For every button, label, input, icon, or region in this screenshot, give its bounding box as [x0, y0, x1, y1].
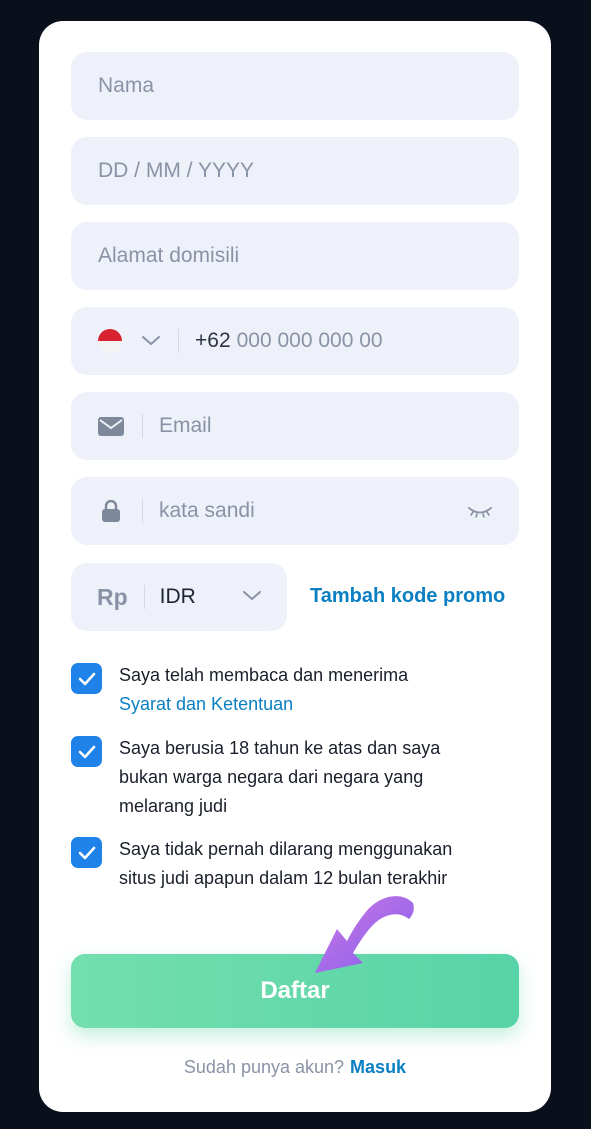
login-link[interactable]: Masuk — [350, 1057, 406, 1077]
password-placeholder: kata sandi — [159, 499, 255, 522]
terms-link[interactable]: Syarat dan Ketentuan — [119, 690, 469, 719]
password-input[interactable]: kata sandi — [71, 477, 519, 545]
login-question: Sudah punya akun? — [183, 1057, 345, 1077]
pointer-arrow-icon — [301, 885, 421, 986]
address-placeholder: Alamat domisili — [98, 244, 240, 267]
email-placeholder: Email — [159, 414, 212, 437]
phone-field[interactable]: +62 000 000 000 00 — [71, 307, 519, 375]
divider — [143, 585, 145, 609]
eye-closed-icon[interactable] — [467, 501, 493, 525]
add-promo-code-link[interactable]: Tambah kode promo — [310, 585, 505, 608]
phone-placeholder: 000 000 000 00 — [236, 329, 383, 352]
phone-prefix: +62 — [195, 329, 231, 352]
check-icon — [78, 745, 95, 758]
age-checkbox[interactable] — [71, 736, 102, 767]
divider — [142, 414, 143, 438]
divider — [178, 329, 179, 353]
check-icon — [78, 846, 95, 859]
mail-icon — [98, 416, 124, 436]
currency-select[interactable]: Rp IDR — [71, 563, 287, 631]
name-placeholder: Nama — [98, 74, 155, 97]
register-button[interactable]: Daftar — [71, 954, 519, 1028]
login-prompt: Sudah punya akun? Masuk — [39, 1057, 551, 1078]
ban-text: Saya tidak pernah dilarang menggunakan s… — [119, 839, 453, 888]
email-input[interactable]: Email — [71, 392, 519, 460]
check-icon — [78, 672, 95, 685]
currency-value: IDR — [159, 585, 196, 608]
chevron-down-icon[interactable] — [142, 336, 160, 346]
name-input[interactable]: Nama — [71, 52, 519, 120]
dob-placeholder: DD / MM / YYYY — [98, 159, 254, 182]
address-input[interactable]: Alamat domisili — [71, 222, 519, 290]
divider — [142, 499, 143, 523]
age-text: Saya berusia 18 tahun ke atas dan saya b… — [119, 738, 441, 816]
lock-icon — [98, 500, 124, 522]
ban-checkbox[interactable] — [71, 837, 102, 868]
terms-text: Saya telah membaca dan menerima — [119, 665, 409, 685]
indonesia-flag-icon[interactable] — [98, 329, 122, 353]
dob-input[interactable]: DD / MM / YYYY — [71, 137, 519, 205]
terms-checkbox[interactable] — [71, 663, 102, 694]
terms-checkbox-row: Saya telah membaca dan menerima Syarat d… — [71, 663, 469, 719]
registration-card: Nama DD / MM / YYYY Alamat domisili +62 … — [39, 21, 551, 1112]
chevron-down-icon[interactable] — [243, 588, 261, 606]
age-checkbox-row: Saya berusia 18 tahun ke atas dan saya b… — [71, 736, 469, 821]
currency-symbol: Rp — [97, 583, 128, 610]
